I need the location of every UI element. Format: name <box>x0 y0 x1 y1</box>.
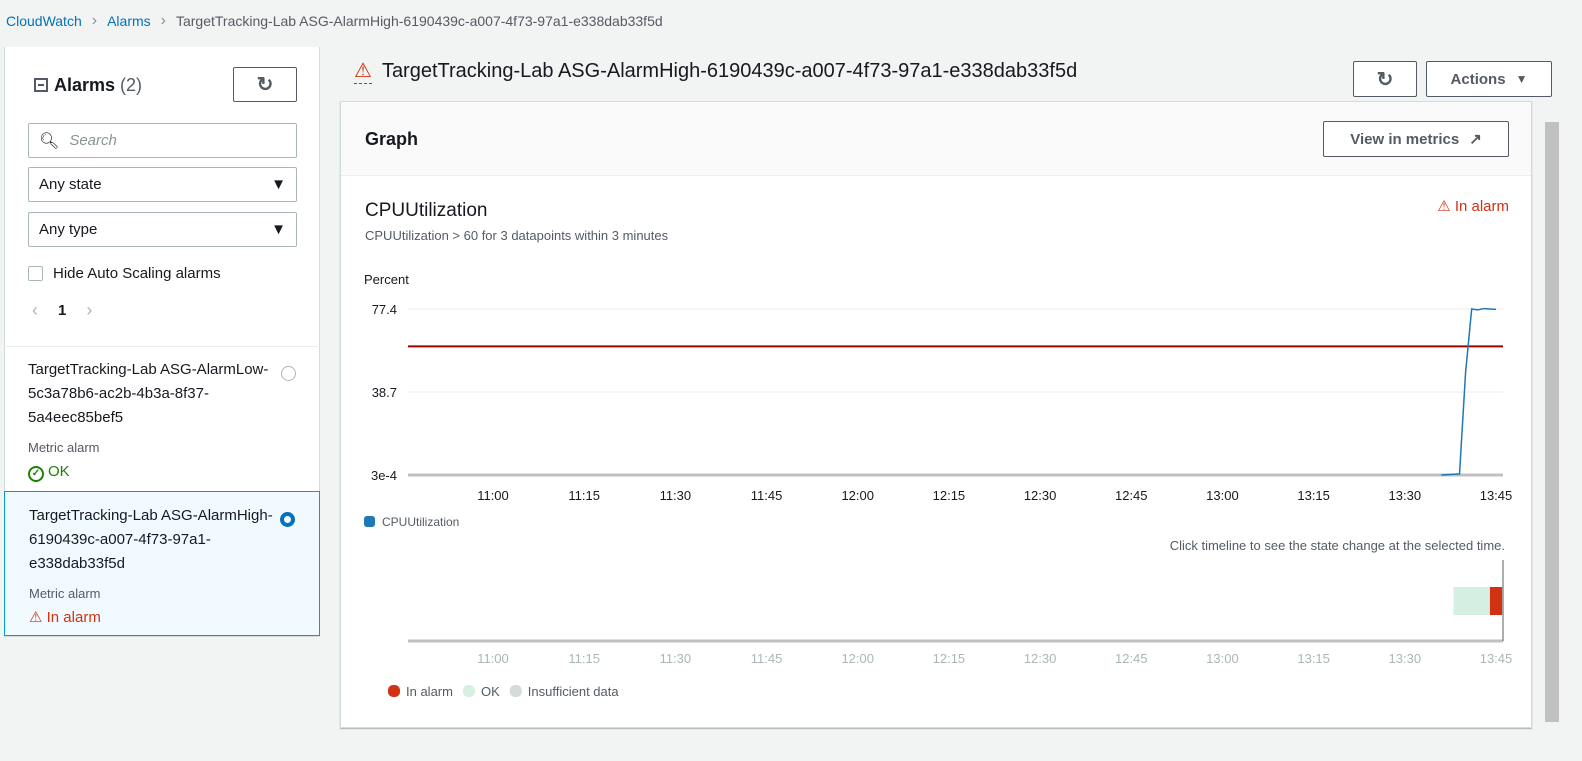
timeline-tick-label: 13:15 <box>1297 651 1330 666</box>
x-tick-label: 13:30 <box>1389 488 1422 503</box>
x-tick-label: 13:45 <box>1480 488 1513 503</box>
timeline-tick-label: 13:00 <box>1206 651 1239 666</box>
legend-label: CPUUtilization <box>382 515 459 529</box>
timeline-tick-label: 12:45 <box>1115 651 1148 666</box>
x-tick-label: 11:45 <box>751 488 783 503</box>
timeline-tick-label: 13:45 <box>1480 651 1513 666</box>
timeline-legend-swatch <box>509 685 522 697</box>
timeline-segment <box>1489 587 1503 615</box>
timeline-tick-label: 11:15 <box>568 651 600 666</box>
timeline-tick-label: 11:00 <box>477 651 509 666</box>
y-tick-label: 3e-4 <box>371 468 397 483</box>
timeline-tick-label: 12:00 <box>841 651 874 666</box>
legend-swatch <box>364 516 375 527</box>
timeline-tick-label: 11:45 <box>751 651 783 666</box>
timeline-segment <box>1453 587 1490 615</box>
x-tick-label: 12:45 <box>1115 488 1148 503</box>
x-tick-label: 12:00 <box>841 488 874 503</box>
y-tick-label: 77.4 <box>372 302 397 317</box>
cpu-chart: Percent 3e-4 38.7 77.4 11:00 11:00 11:15 11:15 1… <box>364 272 1513 699</box>
x-tick-label: 12:30 <box>1024 488 1057 503</box>
timeline-legend-label: In alarm <box>406 684 453 699</box>
x-tick-label: 13:00 <box>1206 488 1239 503</box>
timeline-legend-label: Insufficient data <box>528 684 620 699</box>
timeline-legend-label: OK <box>481 684 500 699</box>
x-tick-label: 12:15 <box>933 488 966 503</box>
y-axis-label: Percent <box>364 272 409 287</box>
timeline-tick-label: 12:30 <box>1024 651 1057 666</box>
timeline-legend-swatch <box>462 685 475 697</box>
timeline-tick-label: 12:15 <box>933 651 966 666</box>
x-tick-label: 13:15 <box>1297 488 1330 503</box>
timeline-tick-label: 13:30 <box>1389 651 1422 666</box>
scrollbar[interactable] <box>1545 122 1559 722</box>
timeline-tick-label: 11:30 <box>660 651 692 666</box>
timeline-legend-swatch <box>388 685 400 697</box>
x-tick-label: 11:00 <box>477 488 509 503</box>
x-tick-label: 11:30 <box>660 488 692 503</box>
y-tick-label: 38.7 <box>372 385 397 400</box>
x-tick-label: 11:15 <box>568 488 600 503</box>
